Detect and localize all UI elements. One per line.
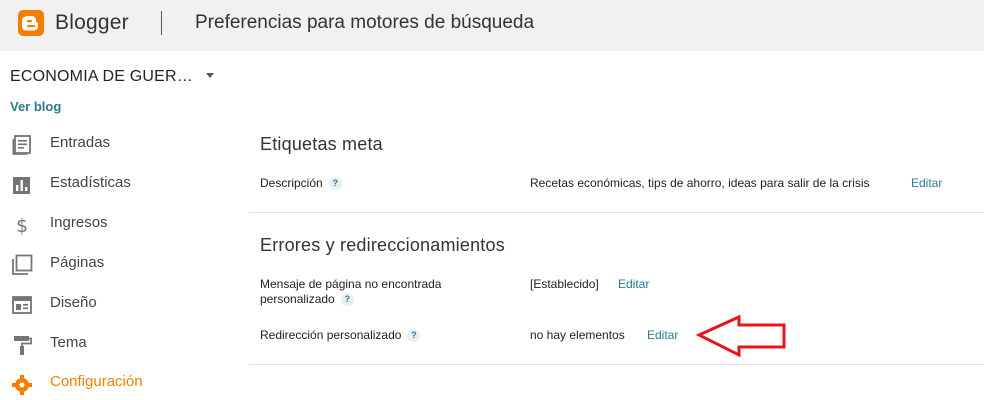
description-label-text: Descripción (260, 176, 323, 190)
sidebar-item-label: Tema (50, 334, 87, 351)
edit-description-link[interactable]: Editar (911, 176, 942, 190)
not-found-label-line2: personalizado (260, 292, 335, 306)
redirect-value: no hay elementos (530, 328, 625, 342)
gear-icon (11, 373, 33, 395)
header-divider (161, 11, 162, 35)
sidebar-item-tema[interactable]: Tema (0, 327, 230, 361)
help-icon[interactable]: ? (407, 329, 421, 343)
edit-redirect-link[interactable]: Editar (647, 328, 678, 342)
blogger-logo-icon[interactable] (18, 10, 44, 36)
not-found-label: Mensaje de página no encontrada personal… (260, 277, 441, 307)
posts-icon (11, 134, 33, 156)
section-divider (249, 364, 984, 365)
section-title-errors: Errores y redireccionamientos (260, 235, 505, 255)
sidebar-item-label: Ingresos (50, 214, 108, 231)
help-icon[interactable]: ? (340, 293, 354, 307)
help-icon[interactable]: ? (328, 177, 342, 191)
top-bar: Blogger Preferencias para motores de bús… (0, 0, 984, 51)
stats-icon (11, 174, 33, 196)
layout-icon (11, 294, 33, 316)
sidebar-item-label: Diseño (50, 294, 97, 311)
sidebar-item-diseno[interactable]: Diseño (0, 287, 230, 321)
annotation-arrow-icon (696, 314, 786, 358)
pages-icon (11, 254, 33, 276)
blog-selector[interactable]: ECONOMIA DE GUER… (10, 68, 193, 86)
section-divider (249, 212, 984, 213)
section-title-meta: Etiquetas meta (260, 134, 383, 154)
sidebar-item-paginas[interactable]: Páginas (0, 247, 230, 281)
sidebar-item-ingresos[interactable]: $ Ingresos (0, 207, 230, 241)
sidebar-item-label: Configuración (50, 373, 143, 390)
sidebar-item-label: Estadísticas (50, 174, 131, 191)
description-label: Descripción? (260, 176, 342, 191)
description-value: Recetas económicas, tips de ahorro, idea… (530, 176, 870, 190)
sidebar-item-estadisticas[interactable]: Estadísticas (0, 167, 230, 201)
page-title: Preferencias para motores de búsqueda (195, 12, 535, 33)
view-blog-link[interactable]: Ver blog (10, 99, 61, 114)
edit-not-found-link[interactable]: Editar (618, 277, 649, 291)
redirect-label: Redirección personalizado? (260, 328, 421, 343)
redirect-label-text: Redirección personalizado (260, 328, 402, 342)
sidebar-item-configuracion[interactable]: Configuración (0, 366, 230, 400)
chevron-down-icon[interactable] (206, 73, 214, 78)
dollar-icon: $ (11, 214, 33, 237)
sidebar-item-label: Entradas (50, 134, 111, 151)
not-found-value: [Establecido] (530, 277, 599, 291)
not-found-label-line2-wrap: personalizado? (260, 292, 441, 307)
sidebar-item-entradas[interactable]: Entradas (0, 127, 230, 161)
paint-roller-icon (11, 334, 33, 356)
sidebar-item-label: Páginas (50, 254, 105, 271)
not-found-label-line1: Mensaje de página no encontrada (260, 277, 442, 291)
brand-name: Blogger (55, 11, 129, 34)
svg-text:$: $ (16, 215, 28, 236)
